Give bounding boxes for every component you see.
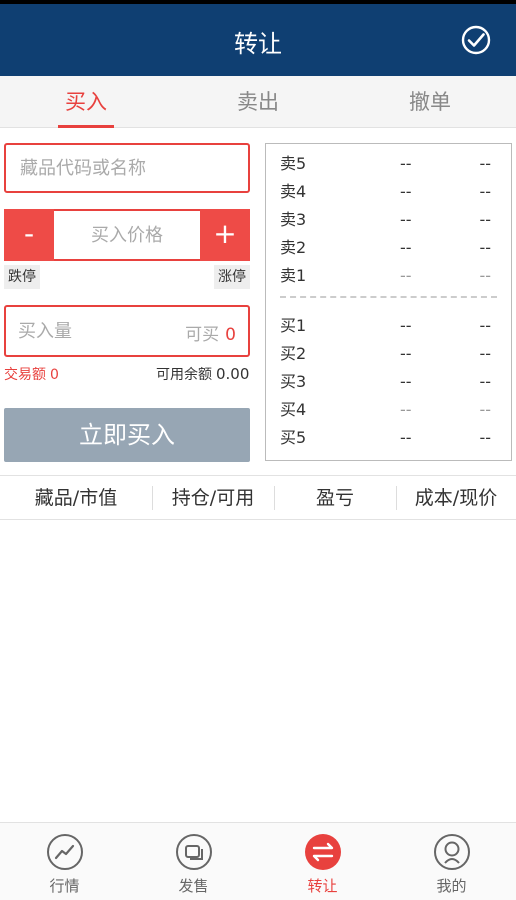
trade-amount-label: 交易额 [4,367,46,383]
app-header: 转让 [0,4,516,76]
available-quantity: 可买 0 [185,320,236,345]
trade-amount-value: 0 [50,367,59,383]
row-price: -- [400,400,412,419]
row-volume: -- [479,316,491,335]
tabbar-label: 发售 [178,877,209,895]
order-book-row: 买4 -- -- [280,396,497,424]
order-book-row: 卖5 -- -- [280,150,497,178]
row-label: 卖5 [280,154,307,173]
limit-down-button[interactable]: 跌停 [4,265,40,289]
available-value: 0 [225,325,236,345]
row-label: 卖2 [280,238,307,257]
tabbar-item-transfer[interactable]: 转让 [258,823,387,900]
row-price: -- [400,266,412,285]
price-stepper: - + [4,209,250,261]
row-volume: -- [479,266,491,285]
tab-buy[interactable]: 买入 [0,76,172,128]
order-book-row: 买2 -- -- [280,340,497,368]
tabbar-item-market[interactable]: 行情 [0,823,129,900]
tabbar-item-issue[interactable]: 发售 [129,823,258,900]
quantity-input[interactable] [18,307,168,355]
page-title: 转让 [234,30,282,58]
row-price: -- [400,344,412,363]
chart-line-icon [47,834,83,870]
row-volume: -- [479,372,491,391]
check-circle-icon[interactable] [460,24,492,56]
column-header: 成本/现价 [396,476,516,520]
column-header: 持仓/可用 [152,476,274,520]
row-label: 卖4 [280,182,307,201]
row-label: 买5 [280,428,307,447]
row-volume: -- [479,238,491,257]
row-volume: -- [479,182,491,201]
row-price: -- [400,182,412,201]
user-icon [434,834,470,870]
tabbar-label: 转让 [307,877,338,895]
available-balance-label: 可用余额 [156,367,212,383]
order-book-row: 卖4 -- -- [280,178,497,206]
column-header: 藏品/市值 [34,487,118,509]
holdings-header: 藏品/市值 持仓/可用 盈亏 成本/现价 [0,475,516,520]
row-label: 卖3 [280,210,307,229]
price-minus-button[interactable]: - [4,209,54,261]
row-price: -- [400,316,412,335]
row-label: 卖1 [280,266,307,285]
row-volume: -- [479,400,491,419]
buy-now-button[interactable]: 立即买入 [4,408,250,462]
column-header: 盈亏 [274,476,396,520]
row-volume: -- [479,344,491,363]
row-volume: -- [479,428,491,447]
available-balance: 可用余额 0.00 [156,364,249,384]
order-book-row: 卖3 -- -- [280,206,497,234]
row-price: -- [400,154,412,173]
trade-amount: 交易额 0 [4,364,59,384]
row-volume: -- [479,154,491,173]
price-input[interactable] [54,211,200,259]
row-price: -- [400,210,412,229]
available-label: 可买 [185,325,220,345]
row-label: 买3 [280,372,307,391]
price-plus-button[interactable]: + [200,209,250,261]
limit-up-button[interactable]: 涨停 [214,265,250,289]
trade-tabs: 买入 卖出 撤单 [0,76,516,128]
row-price: -- [400,372,412,391]
bottom-tab-bar: 行情 发售 转让 我的 [0,822,516,900]
tabbar-label: 行情 [49,877,80,895]
order-book-row: 买5 -- -- [280,424,497,452]
code-input[interactable] [4,143,250,193]
order-book: 卖5 -- -- 卖4 -- -- 卖3 -- -- 卖2 -- -- 卖1 -… [265,143,512,461]
order-book-row: 卖1 -- -- [280,262,497,290]
tabbar-label: 我的 [436,877,467,895]
tabbar-item-mine[interactable]: 我的 [387,823,516,900]
stack-icon [176,834,212,870]
tab-sell[interactable]: 卖出 [172,76,344,128]
order-book-row: 卖2 -- -- [280,234,497,262]
order-book-row: 买3 -- -- [280,368,497,396]
order-book-row: 买1 -- -- [280,312,497,340]
row-label: 买2 [280,344,307,363]
tab-cancel[interactable]: 撤单 [344,76,516,128]
row-price: -- [400,238,412,257]
available-balance-value: 0.00 [216,365,250,383]
row-price: -- [400,428,412,447]
row-label: 买4 [280,400,307,419]
row-volume: -- [479,210,491,229]
row-label: 买1 [280,316,307,335]
transfer-icon [305,834,341,870]
quantity-field: 可买0 [4,305,250,357]
order-book-divider [280,296,497,298]
